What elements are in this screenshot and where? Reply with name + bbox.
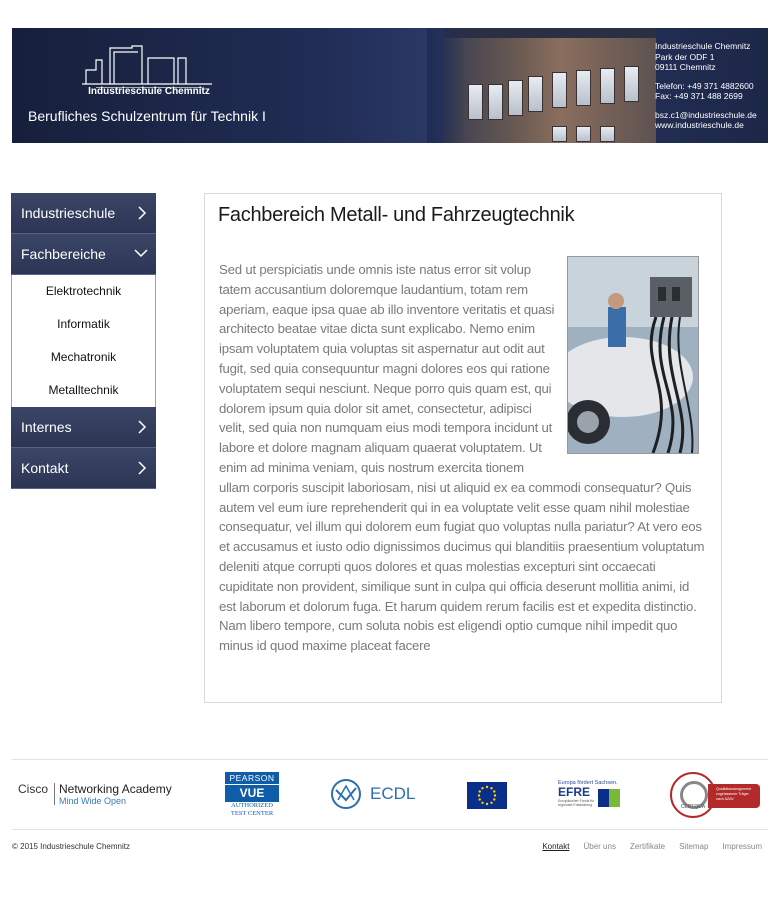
pearson-vue-logo[interactable]: PEARSON VUE AUTHORIZED TEST CENTER bbox=[225, 772, 279, 820]
copyright: © 2015 Industrieschule Chemnitz bbox=[12, 842, 130, 851]
pearson-top: PEARSON bbox=[229, 773, 275, 783]
efre-small: Europäischer Fonds für regionale Entwick… bbox=[558, 799, 595, 807]
footer-link-sitemap[interactable]: Sitemap bbox=[679, 842, 708, 851]
contact-phone: Telefon: +49 371 4882600 bbox=[655, 80, 754, 91]
page-title: Fachbereich Metall- und Fahrzeugtechnik bbox=[218, 204, 575, 226]
footer-link-ueber-uns[interactable]: Über uns bbox=[583, 842, 615, 851]
eu-flag-icon bbox=[467, 782, 507, 809]
school-title: Berufliches Schulzentrum für Technik I bbox=[28, 108, 266, 124]
contact-name: Industrieschule Chemnitz bbox=[655, 41, 751, 51]
sidebar-item-industrieschule[interactable]: Industrieschule bbox=[11, 193, 156, 234]
contact-web[interactable]: www.industrieschule.de bbox=[655, 120, 767, 131]
footer-link-impressum[interactable]: Impressum bbox=[722, 842, 762, 851]
cisco-logo[interactable]: Cisco Networking Academy Mind Wide Open bbox=[18, 782, 183, 812]
contact-block: Industrieschule Chemnitz Park der ODF 1 … bbox=[655, 41, 767, 131]
divider bbox=[12, 759, 768, 760]
workshop-photo bbox=[567, 256, 699, 454]
certqua-badge3: nach AZAV bbox=[716, 797, 734, 801]
cisco-tagline: Mind Wide Open bbox=[59, 796, 127, 806]
pearson-bottom1: AUTHORIZED bbox=[231, 802, 273, 809]
certqua-logo[interactable]: CERTQUA Qualitätsmanagement zugelassener… bbox=[670, 772, 760, 818]
sidebar-item-label: Industrieschule bbox=[21, 205, 116, 221]
cisco-name: Cisco bbox=[18, 782, 49, 796]
ecdl-logo[interactable]: ECDL bbox=[330, 778, 430, 812]
sidebar-item-label: Internes bbox=[21, 419, 72, 435]
article-body: Sed ut perspiciatis unde omnis iste natu… bbox=[219, 256, 709, 656]
logo-name: Industrieschule Chemnitz bbox=[88, 86, 210, 97]
sidebar-submenu: Elektrotechnik Informatik Mechatronik Me… bbox=[11, 275, 156, 407]
ecdl-name: ECDL bbox=[370, 784, 416, 803]
sidebar-subitem-mechatronik[interactable]: Mechatronik bbox=[12, 341, 155, 374]
sidebar-subitem-elektrotechnik[interactable]: Elektrotechnik bbox=[12, 275, 155, 308]
footer-links: Kontakt Über uns Zertifikate Sitemap Imp… bbox=[542, 842, 762, 851]
divider bbox=[12, 829, 768, 830]
efre-logo[interactable]: Europa fördert Sachsen. EFRE Europäische… bbox=[558, 780, 622, 810]
contact-city: 09111 Chemnitz bbox=[655, 62, 716, 72]
sidebar-nav: Industrieschule Fachbereiche Elektrotech… bbox=[11, 193, 156, 489]
partner-logos: Cisco Networking Academy Mind Wide Open … bbox=[12, 766, 768, 822]
sidebar-subitem-metalltechnik[interactable]: Metalltechnik bbox=[12, 374, 155, 407]
sidebar-item-fachbereiche[interactable]: Fachbereiche bbox=[11, 234, 156, 275]
chevron-right-icon bbox=[136, 420, 148, 434]
footer-link-kontakt[interactable]: Kontakt bbox=[542, 842, 569, 851]
contact-street: Park der ODF 1 bbox=[655, 51, 715, 62]
contact-fax: Fax: +49 371 488 2699 bbox=[655, 91, 743, 101]
header-banner: Industrieschule Chemnitz Berufliches Sch… bbox=[12, 28, 768, 143]
sidebar-item-internes[interactable]: Internes bbox=[11, 407, 156, 448]
footer-link-zertifikate[interactable]: Zertifikate bbox=[630, 842, 665, 851]
school-logo bbox=[82, 45, 212, 88]
chevron-right-icon bbox=[136, 461, 148, 475]
cisco-academy: Networking Academy bbox=[59, 782, 172, 796]
sidebar-item-kontakt[interactable]: Kontakt bbox=[11, 448, 156, 489]
main-content: Fachbereich Metall- und Fahrzeugtechnik … bbox=[204, 193, 722, 703]
chevron-right-icon bbox=[136, 206, 148, 220]
building-photo bbox=[444, 28, 656, 143]
ecdl-icon bbox=[331, 779, 361, 809]
pearson-bottom2: TEST CENTER bbox=[230, 810, 274, 817]
sidebar-item-label: Fachbereiche bbox=[21, 246, 106, 262]
sidebar-item-label: Kontakt bbox=[21, 460, 69, 476]
sidebar-subitem-informatik[interactable]: Informatik bbox=[12, 308, 155, 341]
pearson-mid: VUE bbox=[225, 784, 279, 801]
contact-email[interactable]: bsz.c1@industrieschule.de bbox=[655, 110, 767, 121]
chevron-down-icon bbox=[134, 247, 148, 261]
